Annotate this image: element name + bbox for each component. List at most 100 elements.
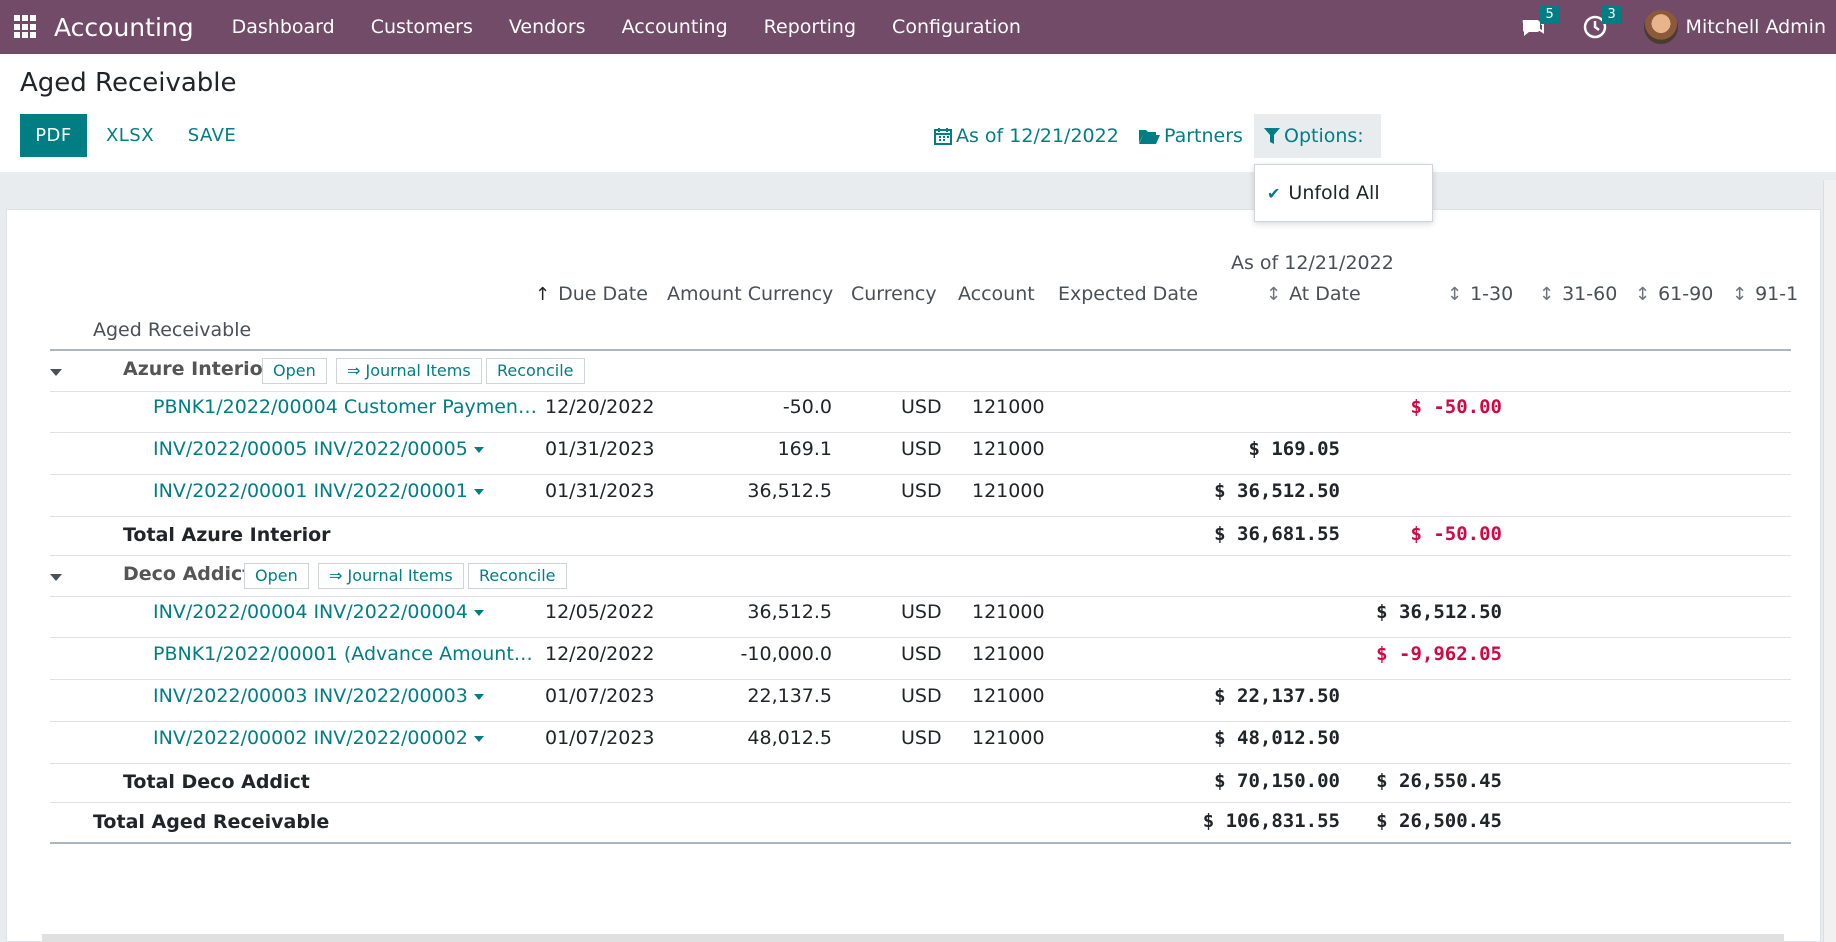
- fold-caret-icon[interactable]: [50, 369, 62, 376]
- save-button[interactable]: SAVE: [176, 114, 248, 157]
- unfold-all-option[interactable]: Unfold All: [1288, 182, 1379, 204]
- main-menu: Dashboard Customers Vendors Accounting R…: [214, 16, 1039, 38]
- partner-total-at-date: $ 70,150.00: [1214, 770, 1340, 792]
- col-due-date[interactable]: ↑ Due Date: [535, 283, 648, 305]
- messages-icon[interactable]: 5: [1520, 5, 1560, 40]
- line-account: 121000: [972, 480, 1045, 502]
- user-avatar[interactable]: [1643, 10, 1678, 44]
- menu-configuration[interactable]: Configuration: [874, 16, 1039, 38]
- date-filter[interactable]: As of 12/21/2022: [924, 114, 1129, 158]
- dropdown-caret-icon[interactable]: [473, 446, 484, 453]
- line-due-date: 01/07/2023: [545, 727, 655, 749]
- footer-divider: [50, 842, 1791, 844]
- menu-reporting[interactable]: Reporting: [746, 16, 874, 38]
- col-amount-currency[interactable]: Amount Currency: [667, 283, 833, 305]
- line-due-date: 01/07/2023: [545, 685, 655, 707]
- partners-filter[interactable]: Partners: [1128, 114, 1253, 158]
- dropdown-caret-icon[interactable]: [473, 693, 484, 700]
- line-currency: USD: [901, 480, 942, 502]
- col-1-30[interactable]: ↕ 1-30: [1447, 283, 1513, 305]
- top-navbar: Accounting Dashboard Customers Vendors A…: [0, 0, 1836, 54]
- grand-total-label: Total Aged Receivable: [93, 811, 330, 833]
- line-ref[interactable]: PBNK1/2022/00001 (Advance Amount…: [153, 643, 533, 665]
- activities-clock-icon[interactable]: 3: [1582, 5, 1622, 40]
- line-due-date: 12/20/2022: [545, 643, 655, 665]
- report-sheet: As of 12/21/2022 ↑ Due Date Amount Curren…: [6, 209, 1821, 942]
- col-31-60[interactable]: ↕ 31-60: [1539, 283, 1617, 305]
- journal-items-button[interactable]: ⇒ Journal Items: [336, 358, 482, 384]
- xlsx-button[interactable]: XLSX: [96, 114, 164, 157]
- partner-total-1-30: $ 26,550.45: [1376, 770, 1502, 792]
- line-ref[interactable]: INV/2022/00003 INV/2022/00003: [153, 685, 484, 707]
- partner-total-label: Total Deco Addict: [123, 771, 310, 793]
- col-account[interactable]: Account: [958, 283, 1035, 305]
- col-at-date[interactable]: ↕ At Date: [1266, 283, 1361, 305]
- line-ref[interactable]: INV/2022/00005 INV/2022/00005: [153, 438, 484, 460]
- vertical-scrollbar[interactable]: [1823, 180, 1836, 942]
- line-amount: 48,012.5: [747, 727, 832, 749]
- line-1-30: $ -9,962.05: [1376, 643, 1502, 665]
- line-amount: 36,512.5: [747, 601, 832, 623]
- dropdown-caret-icon[interactable]: [473, 609, 484, 616]
- activities-badge: 3: [1601, 5, 1622, 24]
- row-divider: [50, 516, 1791, 517]
- line-account: 121000: [972, 396, 1045, 418]
- line-amount: -50.0: [782, 396, 832, 418]
- as-of-header: As of 12/21/2022: [1231, 252, 1394, 274]
- line-account: 121000: [972, 727, 1045, 749]
- menu-customers[interactable]: Customers: [353, 16, 491, 38]
- line-currency: USD: [901, 438, 942, 460]
- pdf-button[interactable]: PDF: [20, 114, 87, 157]
- horizontal-scrollbar[interactable]: [42, 934, 1784, 942]
- open-button[interactable]: Open: [244, 563, 309, 589]
- journal-items-button[interactable]: ⇒ Journal Items: [318, 563, 464, 589]
- options-dropdown: ✔ Unfold All: [1254, 164, 1433, 222]
- col-61-90[interactable]: ↕ 61-90: [1635, 283, 1713, 305]
- line-ref[interactable]: INV/2022/00004 INV/2022/00004: [153, 601, 484, 623]
- folder-open-icon: [1139, 130, 1160, 144]
- reconcile-button[interactable]: Reconcile: [486, 358, 585, 384]
- col-expected-date[interactable]: Expected Date: [1058, 283, 1198, 305]
- app-brand[interactable]: Accounting: [54, 13, 194, 42]
- partners-filter-label: Partners: [1164, 125, 1243, 147]
- col-currency[interactable]: Currency: [851, 283, 937, 305]
- partner-name[interactable]: Azure Interior: [123, 358, 272, 380]
- partner-total-at-date: $ 36,681.55: [1214, 523, 1340, 545]
- apps-menu-icon[interactable]: [14, 15, 38, 39]
- line-1-30: $ -50.00: [1410, 396, 1502, 418]
- fold-caret-icon[interactable]: [50, 574, 62, 581]
- row-divider: [50, 555, 1791, 556]
- messages-badge: 5: [1539, 5, 1560, 24]
- row-divider: [50, 474, 1791, 475]
- dropdown-caret-icon[interactable]: [473, 488, 484, 495]
- open-button[interactable]: Open: [262, 358, 327, 384]
- menu-accounting[interactable]: Accounting: [604, 16, 746, 38]
- menu-vendors[interactable]: Vendors: [491, 16, 604, 38]
- line-currency: USD: [901, 685, 942, 707]
- col-91-120[interactable]: ↕ 91-1: [1732, 283, 1798, 305]
- grand-total-at-date: $ 106,831.55: [1202, 810, 1340, 832]
- line-ref[interactable]: PBNK1/2022/00004 Customer Paymen…: [153, 396, 537, 418]
- line-ref[interactable]: INV/2022/00002 INV/2022/00002: [153, 727, 484, 749]
- user-menu[interactable]: Mitchell Admin: [1686, 16, 1826, 38]
- dropdown-caret-icon[interactable]: [473, 735, 484, 742]
- line-ref[interactable]: INV/2022/00001 INV/2022/00001: [153, 480, 484, 502]
- row-divider: [50, 802, 1791, 803]
- line-due-date: 12/05/2022: [545, 601, 655, 623]
- line-at-date: $ 169.05: [1248, 438, 1340, 460]
- row-divider: [50, 596, 1791, 597]
- line-amount: 169.1: [777, 438, 832, 460]
- row-divider: [50, 679, 1791, 680]
- line-amount: 36,512.5: [747, 480, 832, 502]
- line-due-date: 12/20/2022: [545, 396, 655, 418]
- options-filter-label: Options:: [1284, 125, 1364, 147]
- partner-name[interactable]: Deco Addict: [123, 563, 251, 585]
- check-icon: ✔: [1267, 183, 1281, 203]
- reconcile-button[interactable]: Reconcile: [468, 563, 567, 589]
- line-currency: USD: [901, 396, 942, 418]
- line-amount: 22,137.5: [747, 685, 832, 707]
- menu-dashboard[interactable]: Dashboard: [214, 16, 353, 38]
- line-account: 121000: [972, 685, 1045, 707]
- date-filter-label: As of 12/21/2022: [956, 125, 1119, 147]
- options-filter[interactable]: Options:: [1254, 114, 1381, 158]
